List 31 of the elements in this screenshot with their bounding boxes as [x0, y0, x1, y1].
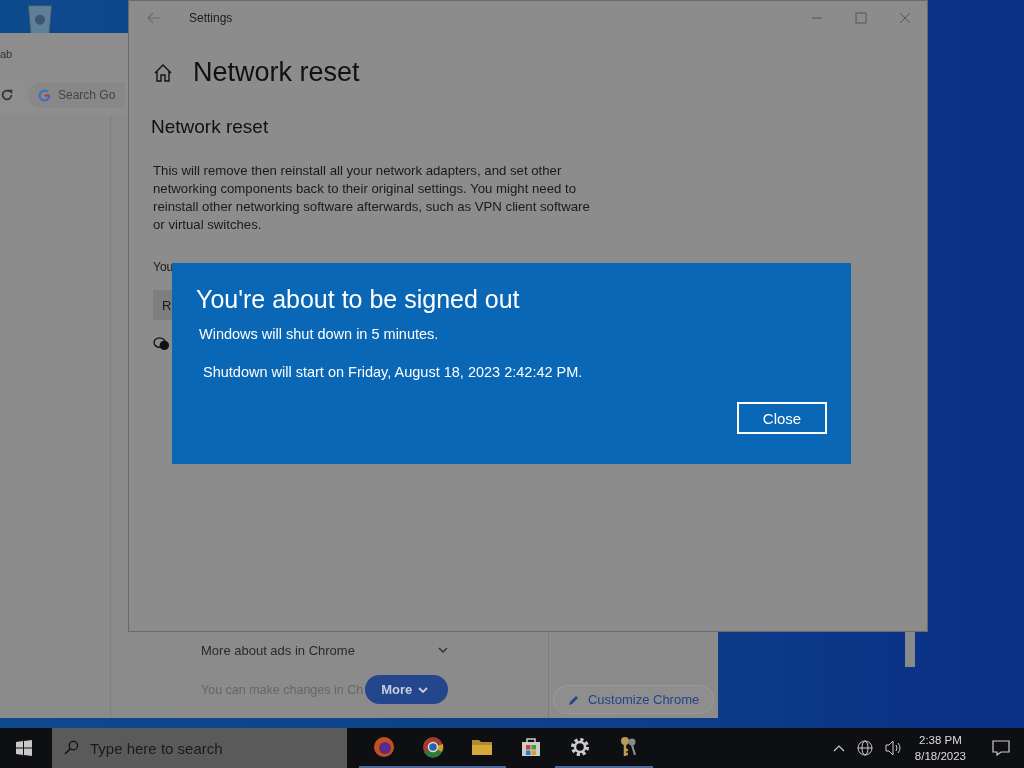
window-title: Settings	[189, 11, 233, 25]
chevron-down-icon	[418, 686, 429, 693]
notification-icon[interactable]	[992, 740, 1010, 756]
reload-icon[interactable]	[0, 88, 14, 102]
dialog-message: Shutdown will start on Friday, August 18, 2023 2:42:42 PM.	[203, 364, 584, 380]
clock-date[interactable]: 8/18/2023	[914, 748, 966, 764]
clock-time[interactable]: 2:38 PM	[919, 732, 962, 748]
search-icon	[64, 740, 79, 755]
speaker-icon[interactable]	[884, 740, 903, 756]
close-button[interactable]: Close	[737, 402, 827, 434]
pencil-icon	[567, 693, 580, 706]
row-label: More about ads in Chrome	[201, 642, 355, 658]
customize-button[interactable]: Customize Chrome	[552, 685, 715, 714]
g-logo-icon	[38, 88, 51, 102]
home-icon[interactable]	[153, 62, 173, 83]
partial-text: You	[153, 260, 173, 274]
caret-up-icon[interactable]	[832, 744, 845, 752]
page-title: Network reset	[193, 57, 360, 88]
tab-title[interactable]: ab	[0, 48, 13, 60]
chevron-icon[interactable]	[438, 647, 449, 653]
section-title: Network reset	[151, 116, 270, 138]
description-text: This will remove then reinstall all your network adapters, and set other networking components back to their original settings. You might need to reinstall other networking software afterwards, such as VPN client software or virtual switches.	[153, 162, 591, 234]
windows-start-icon[interactable]	[16, 740, 32, 756]
taskbar-search-field[interactable]: Type here to search	[52, 728, 347, 768]
dialog-title: You're about to be signed out	[196, 285, 521, 314]
reset-button[interactable]: R	[153, 290, 173, 320]
more-button[interactable]: More	[365, 675, 449, 704]
dialog-message: Windows will shut down in 5 minutes.	[199, 326, 440, 342]
address-bar[interactable]: Search Go	[28, 82, 125, 108]
chat-help-icon[interactable]	[153, 336, 170, 351]
globe-icon[interactable]	[856, 740, 873, 756]
